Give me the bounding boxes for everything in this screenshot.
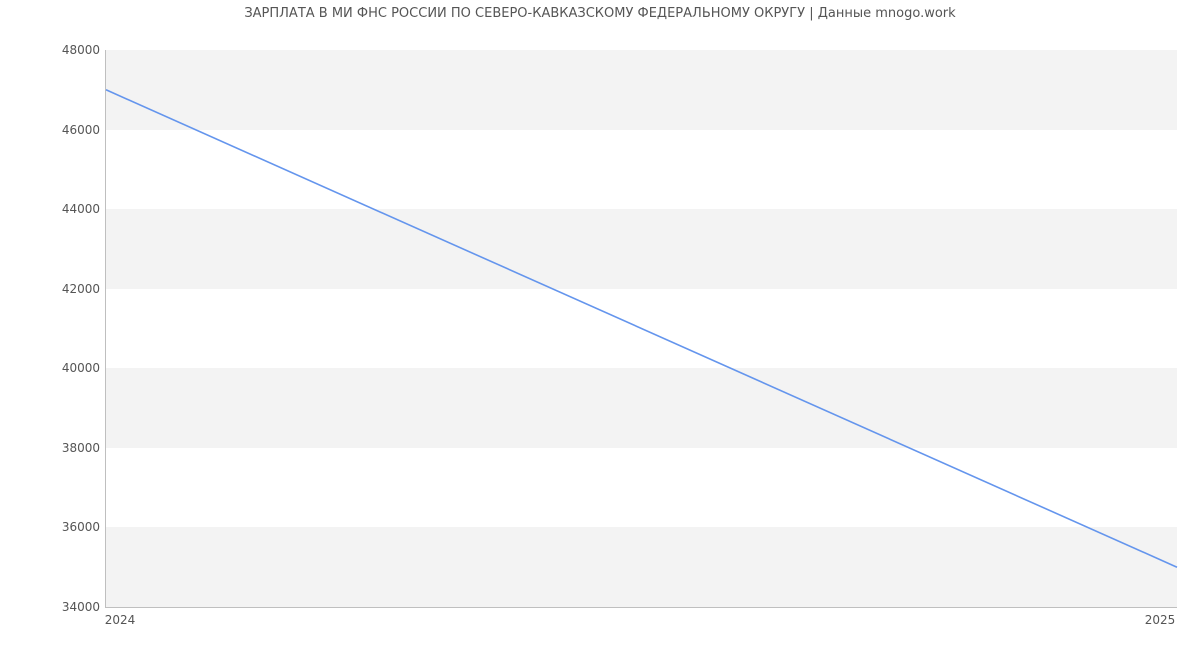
line-series	[106, 50, 1177, 607]
y-tick-label: 40000	[10, 361, 100, 375]
chart-title: ЗАРПЛАТА В МИ ФНС РОССИИ ПО СЕВЕРО-КАВКА…	[0, 6, 1200, 21]
x-tick-label: 2025	[1145, 613, 1176, 627]
y-tick-label: 44000	[10, 202, 100, 216]
x-tick-label: 2024	[105, 613, 136, 627]
y-tick-label: 36000	[10, 520, 100, 534]
y-tick-label: 34000	[10, 600, 100, 614]
chart-container: ЗАРПЛАТА В МИ ФНС РОССИИ ПО СЕВЕРО-КАВКА…	[0, 0, 1200, 650]
y-tick-label: 42000	[10, 282, 100, 296]
y-tick-label: 48000	[10, 43, 100, 57]
y-tick-label: 46000	[10, 123, 100, 137]
plot-area	[105, 50, 1177, 608]
y-tick-label: 38000	[10, 441, 100, 455]
